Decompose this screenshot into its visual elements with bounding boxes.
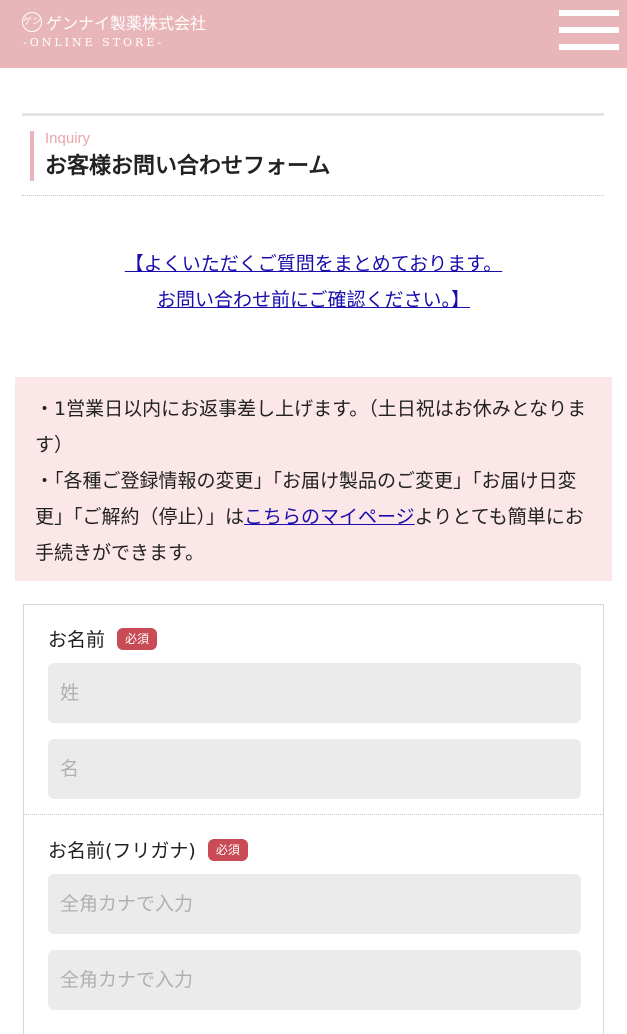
- brand-mark-icon: ゲン: [22, 12, 42, 32]
- required-badge: 必須: [207, 838, 248, 861]
- last-name-input[interactable]: [48, 663, 581, 723]
- page-title: お客様お問い合わせフォーム: [45, 154, 331, 179]
- top-divider: [22, 113, 604, 116]
- required-badge: 必須: [117, 627, 158, 650]
- page-subtitle: Inquiry: [45, 130, 91, 147]
- title-divider: [22, 195, 604, 196]
- hamburger-menu-icon[interactable]: [559, 10, 619, 50]
- mypage-link[interactable]: こちらのマイページ: [244, 506, 415, 528]
- notice-box: ・1営業日以内にお返事差し上げます。（土日祝はお休みとなります） ・「各種ご登録…: [15, 377, 612, 581]
- first-name-input[interactable]: [48, 739, 581, 799]
- store-logo[interactable]: ゲン ゲンナイ製薬株式会社 -ONLINE STORE-: [22, 10, 206, 49]
- notice-reply-time: ・1営業日以内にお返事差し上げます。（土日祝はお休みとなります）: [35, 398, 587, 456]
- site-header: ゲン ゲンナイ製薬株式会社 -ONLINE STORE-: [0, 0, 627, 68]
- brand-name: ゲンナイ製薬株式会社: [46, 14, 207, 33]
- page-heading: Inquiry お客様お問い合わせフォーム: [30, 131, 604, 181]
- menu-bar: [559, 10, 619, 16]
- inquiry-form: お名前 必須 お名前(フリガナ) 必須: [23, 604, 604, 1034]
- name-label-text: お名前: [48, 629, 106, 651]
- notice-mypage-info: ・「各種ご登録情報の変更」「お届け製品のご変更」「お届け日変更」「ご解約（停止）…: [35, 463, 594, 571]
- kana-label-text: お名前(フリガナ): [48, 840, 196, 862]
- menu-bar: [559, 27, 619, 33]
- faq-link-line2[interactable]: お問い合わせ前にご確認ください。】: [0, 282, 627, 318]
- kana-label: お名前(フリガナ) 必須: [48, 836, 248, 863]
- brand-subtitle: -ONLINE STORE-: [23, 36, 165, 49]
- first-name-kana-input[interactable]: [48, 950, 581, 1010]
- faq-link-line1[interactable]: 【よくいただくご質問をまとめております。: [0, 246, 627, 282]
- last-name-kana-input[interactable]: [48, 874, 581, 934]
- faq-link[interactable]: 【よくいただくご質問をまとめております。 お問い合わせ前にご確認ください。】: [0, 246, 627, 318]
- menu-bar: [559, 44, 619, 50]
- name-label: お名前 必須: [48, 625, 158, 652]
